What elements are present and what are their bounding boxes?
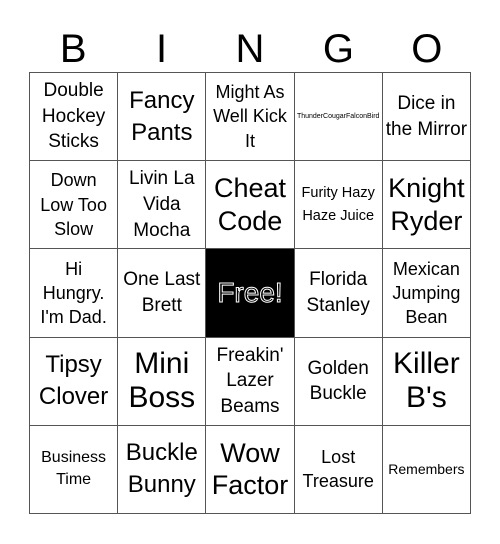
bingo-cell[interactable]: Buckle Bunny (118, 425, 207, 514)
bingo-cell[interactable]: One Last Brett (118, 249, 207, 338)
bingo-cell[interactable]: Hi Hungry. I'm Dad. (30, 249, 119, 338)
bingo-cell[interactable]: Wow Factor (206, 425, 295, 514)
bingo-cell[interactable]: Dice in the Mirror (382, 73, 471, 162)
bingo-cell[interactable]: Golden Buckle (294, 337, 383, 426)
bingo-cell[interactable]: Killer B's (382, 337, 471, 426)
header-letter-b: B (59, 27, 87, 71)
bingo-cell[interactable]: Fancy Pants (118, 73, 207, 162)
bingo-cell[interactable]: Tipsy Clover (30, 337, 119, 426)
bingo-cell[interactable]: Might As Well Kick It (206, 73, 295, 162)
bingo-cell[interactable]: Cheat Code (206, 161, 295, 250)
bingo-card: Double Hockey Sticks Fancy Pants Might A… (29, 72, 471, 514)
bingo-cell[interactable]: Livin La Vida Mocha (118, 161, 207, 250)
bingo-cell[interactable]: Remembers (382, 425, 471, 514)
bingo-cell[interactable]: Down Low Too Slow (30, 161, 119, 250)
bingo-cell[interactable]: Furity Hazy Haze Juice (294, 161, 383, 250)
bingo-cell[interactable]: Freakin' Lazer Beams (206, 337, 295, 426)
bingo-cell[interactable]: Lost Treasure (294, 425, 383, 514)
bingo-header: B I N G O (29, 26, 471, 72)
bingo-cell[interactable]: Knight Ryder (382, 161, 471, 250)
bingo-cell[interactable]: Mini Boss (118, 337, 207, 426)
header-letter-o: O (411, 27, 443, 71)
bingo-cell[interactable]: Mexican Jumping Bean (382, 249, 471, 338)
header-letter-i: I (156, 27, 168, 71)
header-letter-g: G (322, 27, 354, 71)
free-space[interactable]: Free! (206, 249, 295, 338)
bingo-cell[interactable]: Business Time (30, 425, 119, 514)
header-letter-n: N (235, 27, 265, 71)
bingo-cell[interactable]: ThunderCougarFalconBird (294, 73, 383, 162)
bingo-cell[interactable]: Double Hockey Sticks (30, 73, 119, 162)
bingo-cell[interactable]: Florida Stanley (294, 249, 383, 338)
free-space-label: Free! (217, 276, 283, 308)
